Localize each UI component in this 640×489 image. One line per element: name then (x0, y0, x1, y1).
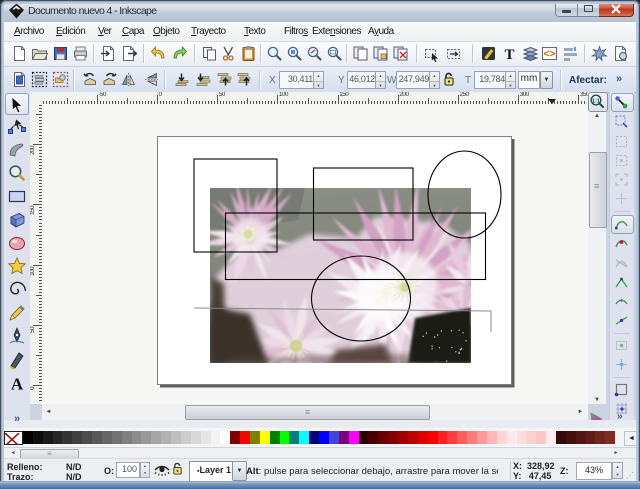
svg-text:T: T (504, 47, 514, 62)
svg-text:A: A (11, 374, 24, 393)
svg-text:<>: <> (543, 50, 555, 61)
